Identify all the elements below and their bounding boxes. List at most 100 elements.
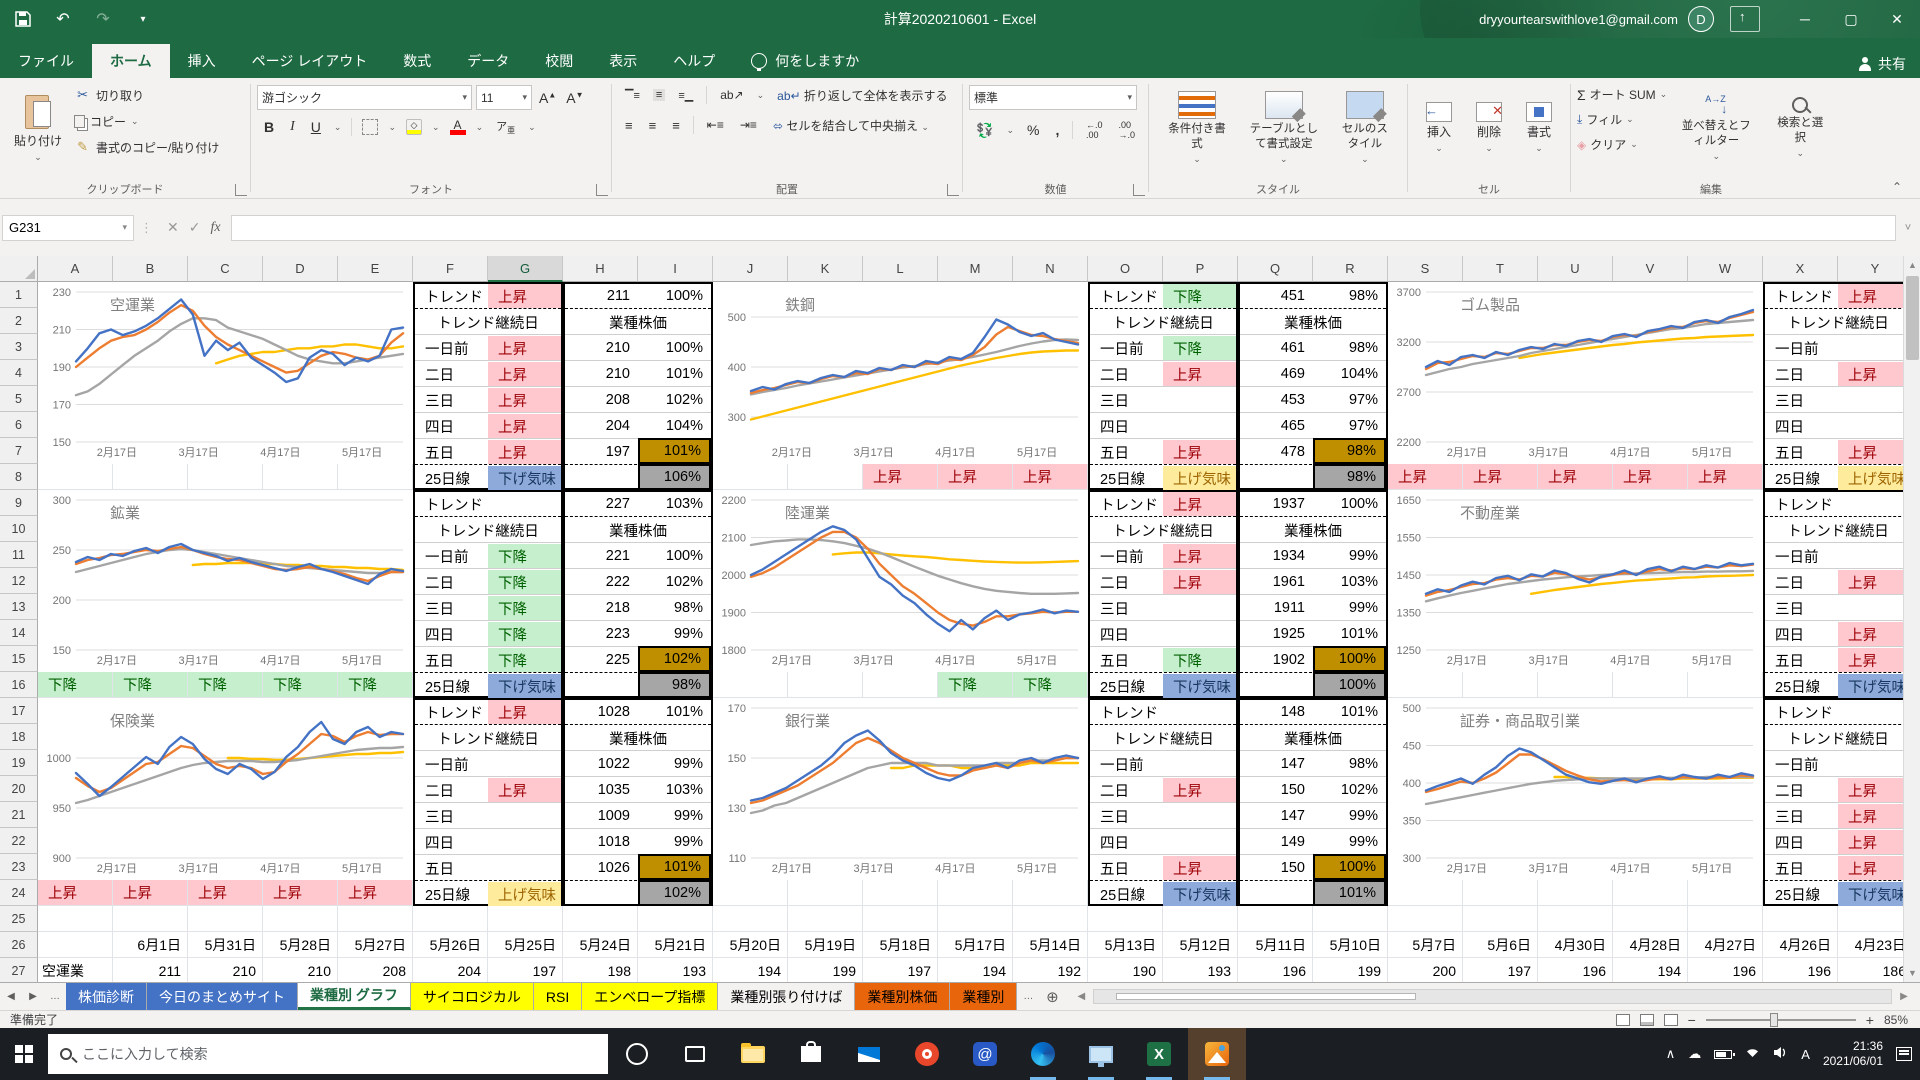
- day-pct[interactable]: 98%: [1313, 438, 1386, 464]
- row-header-2[interactable]: 2: [0, 308, 38, 334]
- day-label[interactable]: 三日: [415, 596, 488, 620]
- sheet-tab-RSI[interactable]: RSI: [534, 983, 582, 1010]
- trend-banner-cell-T8[interactable]: 上昇: [1463, 464, 1537, 489]
- day-pct[interactable]: 98%: [1313, 752, 1386, 776]
- trend-banner-cell-A16[interactable]: 下降: [38, 672, 112, 697]
- column-header-U[interactable]: U: [1538, 256, 1613, 282]
- day-price[interactable]: 150: [1240, 856, 1313, 880]
- trend-days-subheader[interactable]: トレンド継続日: [1090, 310, 1236, 334]
- day-label[interactable]: 四日: [1765, 622, 1838, 646]
- cell-styles-button[interactable]: セルのスタイル ⌄: [1329, 82, 1401, 174]
- row-header-25[interactable]: 25: [0, 906, 38, 932]
- column-header-O[interactable]: O: [1088, 256, 1163, 282]
- sheet-tab-サイコロジカル[interactable]: サイコロジカル: [411, 983, 534, 1010]
- trend-row-label[interactable]: トレンド: [1090, 700, 1163, 724]
- date-cell[interactable]: 5月27日: [338, 932, 412, 957]
- insert-function-icon[interactable]: fx: [210, 220, 220, 236]
- day-label[interactable]: 二日: [415, 778, 488, 802]
- ma25-state[interactable]: 上げ気味: [1163, 466, 1236, 490]
- cut-button[interactable]: ✂切り取り: [70, 82, 223, 108]
- align-right-icon[interactable]: ≡: [669, 118, 683, 133]
- number-format-combo[interactable]: 標準▾: [969, 85, 1137, 110]
- trend-row-label[interactable]: トレンド: [1765, 492, 1838, 516]
- day-price[interactable]: 1009: [565, 804, 638, 828]
- decrease-font-icon[interactable]: A▼: [563, 90, 586, 106]
- font-color-menu-icon[interactable]: ⌄: [476, 122, 484, 133]
- price-subheader[interactable]: 業種株価: [1240, 518, 1386, 542]
- day-price[interactable]: 208: [565, 388, 638, 412]
- ma25-pct[interactable]: 98%: [638, 672, 711, 698]
- column-header-S[interactable]: S: [1388, 256, 1463, 282]
- day-price[interactable]: 222: [565, 570, 638, 594]
- value-cell[interactable]: 208: [338, 958, 412, 982]
- clear-button[interactable]: ◈ クリア ⌄: [1577, 132, 1667, 157]
- day-label[interactable]: 四日: [1090, 830, 1163, 854]
- column-header-B[interactable]: B: [113, 256, 188, 282]
- day-trend[interactable]: [1163, 622, 1236, 646]
- trend-value[interactable]: [488, 492, 561, 516]
- day-price[interactable]: 453: [1240, 388, 1313, 412]
- align-top-icon[interactable]: ▔≡: [622, 89, 643, 102]
- value-cell[interactable]: 197: [488, 958, 562, 982]
- column-header-E[interactable]: E: [338, 256, 413, 282]
- day-pct[interactable]: 99%: [1313, 596, 1386, 620]
- day-pct[interactable]: 99%: [1313, 804, 1386, 828]
- name-box[interactable]: G231▾: [2, 215, 134, 241]
- autosum-button[interactable]: Σ オート SUM ⌄: [1577, 82, 1667, 107]
- day-price[interactable]: 210: [565, 362, 638, 386]
- day-trend[interactable]: 上昇: [488, 778, 561, 802]
- date-cell[interactable]: 5月17日: [938, 932, 1012, 957]
- copy-button[interactable]: コピー ⌄: [70, 108, 223, 134]
- select-all-corner[interactable]: [0, 256, 38, 282]
- day-trend[interactable]: 下降: [488, 648, 561, 672]
- ma25-pct[interactable]: 106%: [638, 464, 711, 490]
- day-trend[interactable]: [488, 752, 561, 776]
- row-header-17[interactable]: 17: [0, 698, 38, 724]
- ribbon-tab-数式[interactable]: 数式: [385, 44, 449, 78]
- day-label[interactable]: 五日: [1765, 856, 1838, 880]
- date-cell[interactable]: 5月14日: [1013, 932, 1087, 957]
- dialog-launcher-icon[interactable]: [947, 184, 959, 196]
- value-cell[interactable]: 186: [1838, 958, 1912, 982]
- currency-icon[interactable]: 💱: [973, 122, 996, 139]
- sheet-nav-more-icon[interactable]: …: [44, 983, 66, 1010]
- column-header-L[interactable]: L: [863, 256, 938, 282]
- day-label[interactable]: 五日: [1090, 648, 1163, 672]
- column-header-H[interactable]: H: [563, 256, 638, 282]
- day-label[interactable]: 四日: [1090, 622, 1163, 646]
- formula-input[interactable]: [231, 215, 1896, 241]
- format-cells-button[interactable]: 書式 ⌄: [1514, 82, 1564, 174]
- borders-menu-icon[interactable]: ⌄: [388, 122, 396, 133]
- increase-decimal-icon[interactable]: ←.0.00: [1083, 120, 1106, 140]
- avatar[interactable]: D: [1688, 6, 1714, 32]
- day-label[interactable]: 二日: [1090, 362, 1163, 386]
- row-header-5[interactable]: 5: [0, 386, 38, 412]
- day-trend[interactable]: [1163, 752, 1236, 776]
- find-select-button[interactable]: 検索と選択 ⌄: [1765, 82, 1835, 174]
- day-trend[interactable]: [1163, 388, 1236, 412]
- ribbon-tab-データ[interactable]: データ: [449, 44, 527, 78]
- date-cell[interactable]: 6月1日: [113, 932, 187, 957]
- merge-center-button[interactable]: ⬄ セルを結合して中央揃え ⌄: [770, 117, 932, 134]
- column-header-W[interactable]: W: [1688, 256, 1763, 282]
- value-cell[interactable]: 190: [1088, 958, 1162, 982]
- orientation-icon[interactable]: ab↗: [717, 88, 746, 102]
- day-trend[interactable]: 上昇: [1838, 440, 1911, 464]
- day-trend[interactable]: 上昇: [1163, 362, 1236, 386]
- column-header-A[interactable]: A: [38, 256, 113, 282]
- day-label[interactable]: 五日: [415, 856, 488, 880]
- day-label[interactable]: 一日前: [415, 336, 488, 360]
- date-cell[interactable]: 5月7日: [1388, 932, 1462, 957]
- underline-button[interactable]: U: [308, 119, 324, 135]
- chart-空運業[interactable]: 2302101901701502月17日3月17日4月17日5月17日空運業: [38, 282, 413, 464]
- trend-row-label[interactable]: トレンド: [1765, 700, 1838, 724]
- phonetic-menu-icon[interactable]: ⌄: [528, 122, 536, 133]
- row-header-11[interactable]: 11: [0, 542, 38, 568]
- borders-icon[interactable]: [362, 119, 378, 135]
- day-price[interactable]: 204: [565, 414, 638, 438]
- date-cell[interactable]: 5月21日: [638, 932, 712, 957]
- action-center-icon[interactable]: [1896, 1047, 1912, 1061]
- day-trend[interactable]: 上昇: [1838, 570, 1911, 594]
- day-trend[interactable]: 上昇: [488, 336, 561, 360]
- day-trend[interactable]: [1163, 596, 1236, 620]
